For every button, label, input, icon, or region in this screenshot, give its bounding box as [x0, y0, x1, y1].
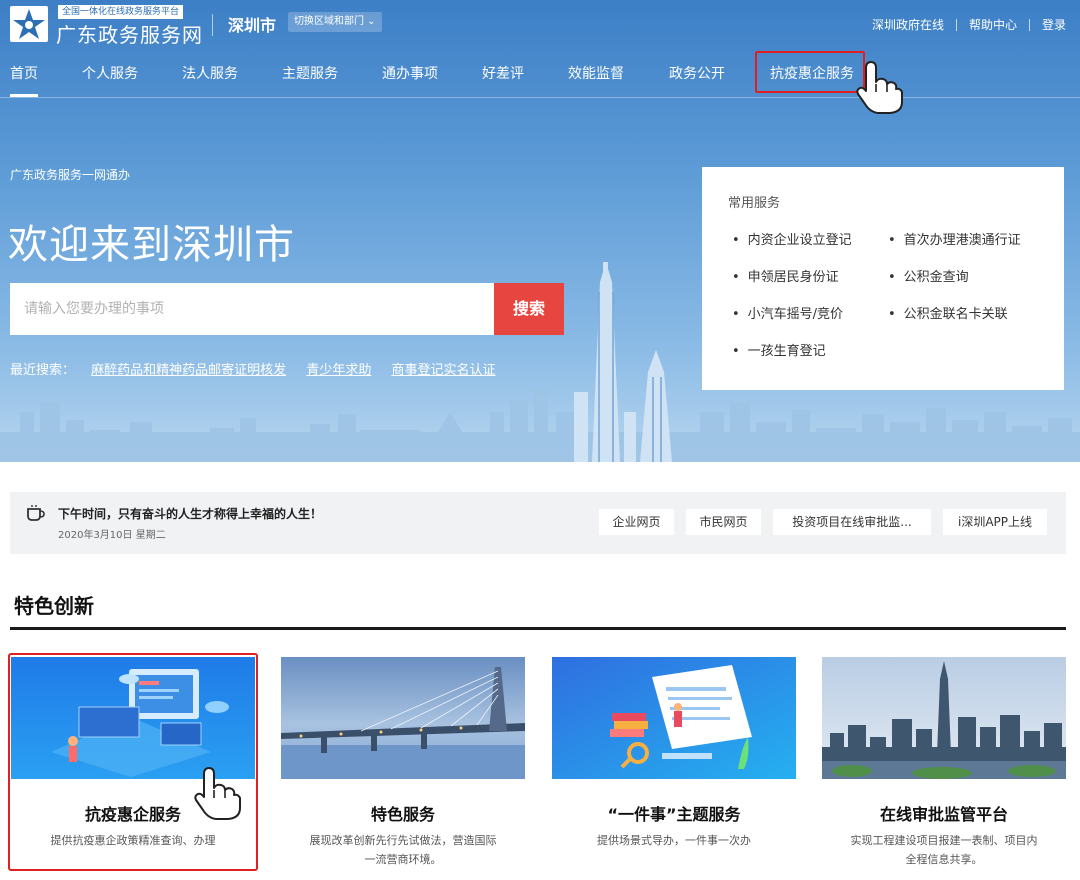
switch-region-button[interactable]: 切换区域和部门 ⌄ [288, 12, 382, 32]
service-link[interactable]: 公积金联名卡关联 [888, 303, 1008, 322]
service-link[interactable]: 申领居民身份证 [732, 266, 839, 285]
card-title: “一件事”主题服务 [607, 805, 741, 824]
top-links: 深圳政府在线 帮助中心 登录 [872, 16, 1066, 33]
card-title: 在线审批监管平台 [879, 805, 1008, 824]
feature-card-special-services[interactable]: 特色服务 展现改革创新先行先试做法，营造国际一流营商环境。 [281, 657, 525, 871]
service-link[interactable]: 小汽车摇号/竞价 [732, 303, 843, 322]
nav-personal-services[interactable]: 个人服务 [82, 63, 138, 83]
common-services-panel: 常用服务 内资企业设立登记 首次办理港澳通行证 申领居民身份证 公积金查询 小汽… [702, 167, 1064, 390]
divider [212, 14, 213, 36]
hero-banner: 全国一体化在线政务服务平台 广东政务服务网 深圳市 切换区域和部门 ⌄ 深圳政府… [0, 0, 1080, 462]
main-nav: 首页 个人服务 法人服务 主题服务 通办事项 好差评 效能监督 政务公开 抗疫惠… [0, 52, 1080, 98]
recent-search-link[interactable]: 青少年求助 [306, 363, 371, 378]
platform-subtitle: 全国一体化在线政务服务平台 [58, 5, 184, 19]
feature-card-online-approval-platform[interactable]: 在线审批监管平台 实现工程建设项目报建一表制、项目内全程信息共享。 [822, 657, 1066, 871]
cup-icon [27, 505, 45, 521]
nav-highlight-box [755, 51, 865, 93]
active-nav-indicator [10, 94, 38, 97]
investment-approval-link[interactable]: 投资项目在线审批监... [773, 509, 931, 535]
link-help-center[interactable]: 帮助中心 [969, 16, 1017, 33]
service-link[interactable]: 公积金查询 [888, 266, 969, 285]
section-divider [10, 627, 1066, 630]
nav-efficiency-supervision[interactable]: 效能监督 [568, 63, 624, 83]
card-description: 实现工程建设项目报建一表制、项目内全程信息共享。 [850, 834, 1038, 866]
recent-search-link[interactable]: 商事登记实名认证 [391, 363, 495, 378]
city-photo-image [822, 657, 1066, 779]
service-link[interactable]: 首次办理港澳通行证 [888, 229, 1021, 248]
link-government-online[interactable]: 深圳政府在线 [872, 16, 944, 33]
pointing-hand-icon [194, 767, 241, 820]
welcome-heading: 欢迎来到深圳市 [8, 222, 295, 268]
recent-searches-label: 最近搜索： [10, 363, 76, 378]
site-name[interactable]: 广东政务服务网 [56, 19, 203, 48]
nav-evaluation[interactable]: 好差评 [482, 63, 524, 83]
card-description: 提供场景式导办，一件事一次办 [597, 834, 751, 847]
recent-searches: 最近搜索： 麻醉药品和精神药品邮寄证明核发 青少年求助 商事登记实名认证 [10, 359, 495, 378]
hero-tagline: 广东政务服务一网通办 [10, 168, 131, 182]
login-link[interactable]: 登录 [1042, 16, 1066, 33]
enterprise-page-link[interactable]: 企业网页 [599, 509, 674, 535]
card-title: 特色服务 [370, 805, 435, 824]
nav-corporate-services[interactable]: 法人服务 [182, 63, 238, 83]
search-button[interactable]: 搜索 [494, 283, 564, 335]
citizen-page-link[interactable]: 市民网页 [686, 509, 761, 535]
logo-icon[interactable] [10, 6, 48, 42]
nav-home[interactable]: 首页 [10, 63, 38, 83]
service-link[interactable]: 一孩生育登记 [732, 340, 826, 359]
top-bar: 全国一体化在线政务服务平台 广东政务服务网 深圳市 切换区域和部门 ⌄ 深圳政府… [0, 0, 1080, 48]
current-date: 2020年3月10日 星期二 [58, 530, 166, 541]
pointing-hand-icon [856, 61, 903, 114]
nav-universal-items[interactable]: 通办事项 [382, 63, 438, 83]
nav-government-disclosure[interactable]: 政务公开 [669, 63, 725, 83]
ishenzhen-app-link[interactable]: i深圳APP上线 [943, 509, 1047, 535]
common-services-title: 常用服务 [728, 196, 781, 211]
documents-illustration-image [552, 657, 796, 779]
recent-search-link[interactable]: 麻醉药品和精神药品邮寄证明核发 [91, 363, 286, 378]
card-highlight-box [8, 653, 258, 871]
card-description: 展现改革创新先行先试做法，营造国际一流营商环境。 [309, 834, 497, 866]
divider [1028, 18, 1030, 31]
greeting-message: 下午时间，只有奋斗的人生才称得上幸福的人生！ [58, 507, 323, 521]
section-title: 特色创新 [14, 594, 94, 618]
notice-bar: 下午时间，只有奋斗的人生才称得上幸福的人生！ 2020年3月10日 星期二 企业… [10, 492, 1066, 554]
nav-theme-services[interactable]: 主题服务 [282, 63, 338, 83]
current-city: 深圳市 [228, 16, 277, 35]
bridge-photo-image [281, 657, 525, 779]
service-link[interactable]: 内资企业设立登记 [732, 229, 852, 248]
divider [955, 18, 957, 31]
search-input[interactable]: 请输入您要办理的事项 [10, 283, 494, 335]
feature-card-one-thing-services[interactable]: “一件事”主题服务 提供场景式导办，一件事一次办 [552, 657, 796, 871]
